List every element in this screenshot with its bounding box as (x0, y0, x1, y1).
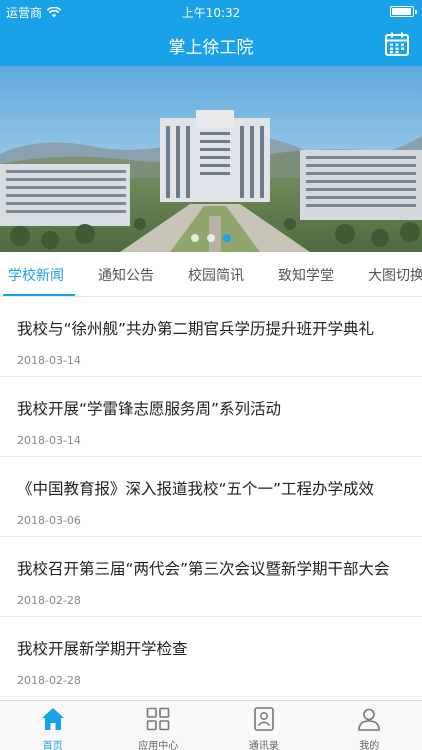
news-title: 我校开展新学期开学检查 (17, 640, 188, 658)
tab-bar-label: 通讯录 (248, 741, 279, 750)
page-title: 掌上徐工院 (168, 38, 254, 58)
news-date: 2018-02-28 (17, 594, 81, 607)
bottom-tab-bar: 首页 应用中心 通讯录 我的 (0, 700, 422, 750)
category-tabs: 学校新闻 通知公告 校园简讯 致知学堂 大图切换 (0, 252, 422, 297)
news-date: 2018-02-28 (17, 674, 81, 687)
banner-carousel[interactable] (0, 66, 422, 252)
tab-zhizhi-lecture[interactable]: 致知学堂 (278, 265, 334, 285)
tab-bar-item-me[interactable]: 我的 (317, 701, 422, 750)
carousel-indicator[interactable] (0, 234, 422, 242)
clock: 上午10:32 (181, 6, 241, 20)
contacts-icon (253, 707, 274, 731)
campus-building-photo (0, 66, 422, 252)
list-item[interactable]: 我校与“徐州舰”共办第二期官兵学历提升班开学典礼 2018-03-14 (0, 297, 422, 377)
tab-gallery-switch[interactable]: 大图切换 (368, 265, 422, 285)
carousel-dot-active[interactable] (223, 234, 231, 242)
list-item[interactable]: 我校开展“学雷锋志愿服务周”系列活动 2018-03-14 (0, 377, 422, 457)
status-bar: 运营商 上午10:32 (0, 0, 422, 24)
news-date: 2018-03-14 (17, 434, 81, 447)
battery-icon (390, 6, 417, 17)
apps-grid-icon (146, 707, 170, 731)
carousel-dot[interactable] (191, 234, 199, 242)
news-title: 我校召开第三届“两代会”第三次会议暨新学期干部大会 (17, 560, 390, 578)
tab-bar-item-apps[interactable]: 应用中心 (106, 701, 212, 750)
tab-campus-brief[interactable]: 校园简讯 (188, 265, 244, 285)
news-title: 我校开展“学雷锋志愿服务周”系列活动 (17, 400, 282, 418)
calendar-icon[interactable] (384, 31, 410, 57)
news-date: 2018-03-14 (17, 354, 81, 367)
carousel-dot[interactable] (207, 234, 215, 242)
news-title: 《中国教育报》深入报道我校“五个一”工程办学成效 (17, 480, 375, 498)
person-icon (358, 708, 381, 731)
list-item[interactable]: 《中国教育报》深入报道我校“五个一”工程办学成效 2018-03-06 (0, 457, 422, 537)
tab-bar-item-contacts[interactable]: 通讯录 (211, 701, 317, 750)
tab-bar-item-home[interactable]: 首页 (0, 701, 106, 750)
tab-bar-label: 我的 (359, 741, 380, 750)
tab-bar-label: 应用中心 (138, 741, 179, 750)
news-title: 我校与“徐州舰”共办第二期官兵学历提升班开学典礼 (17, 320, 375, 338)
nav-bar: 掌上徐工院 (0, 24, 422, 66)
news-list: 我校与“徐州舰”共办第二期官兵学历提升班开学典礼 2018-03-14 我校开展… (0, 297, 422, 697)
list-item[interactable]: 我校召开第三届“两代会”第三次会议暨新学期干部大会 2018-02-28 (0, 537, 422, 617)
tab-bar-label: 首页 (42, 741, 63, 750)
list-item[interactable]: 我校开展新学期开学检查 2018-02-28 (0, 617, 422, 697)
tab-notices[interactable]: 通知公告 (98, 265, 154, 285)
home-icon (41, 708, 64, 730)
tab-school-news[interactable]: 学校新闻 (8, 265, 64, 285)
news-date: 2018-03-06 (17, 514, 81, 527)
